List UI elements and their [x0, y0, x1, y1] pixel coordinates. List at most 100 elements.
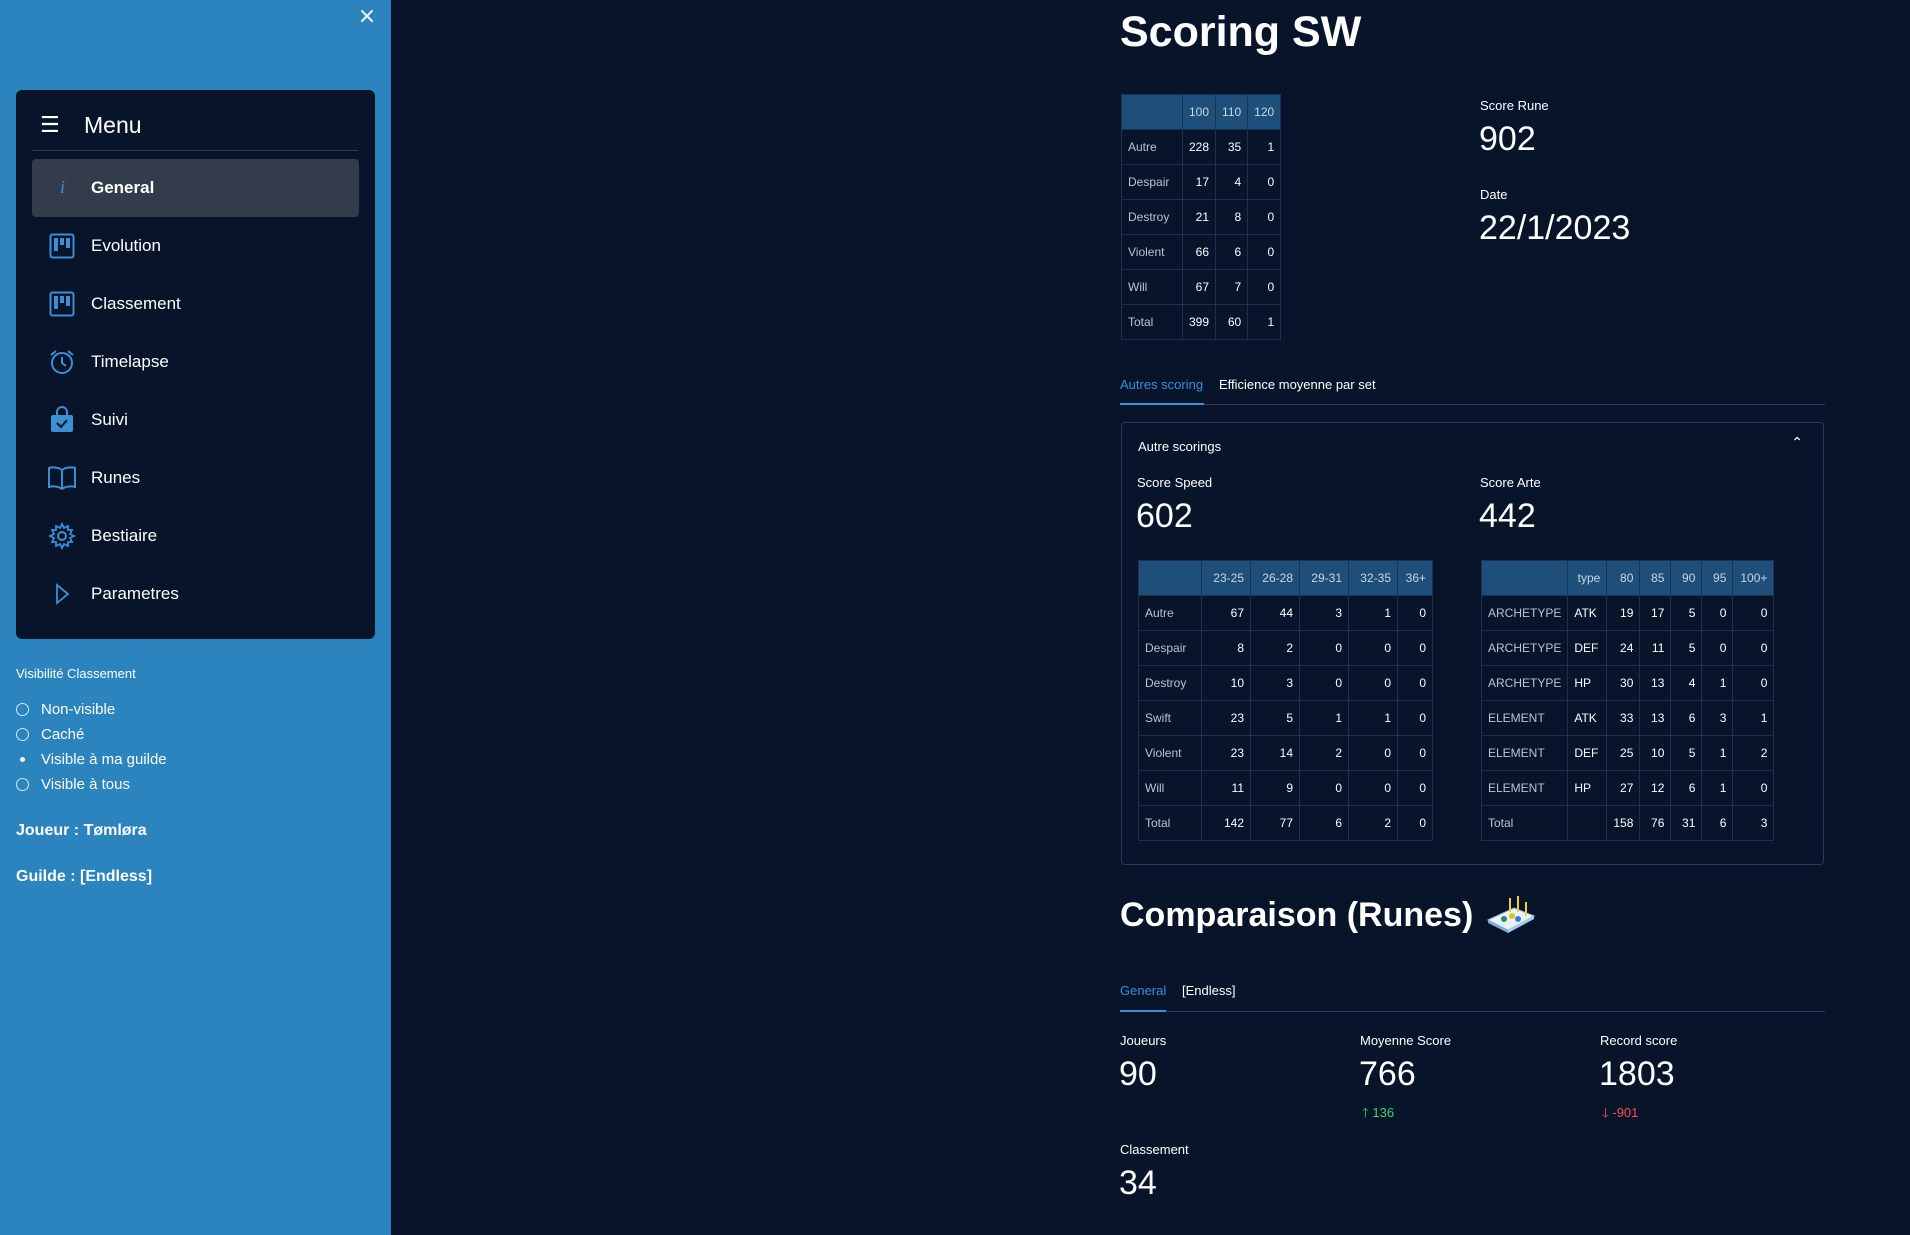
table-header-row: type 80 85 90 95 100+ [1480, 560, 1775, 596]
menu-item-parametres[interactable]: Parametres [32, 565, 359, 623]
table-header-row: 100 110 120 [1121, 94, 1282, 130]
table-cell: 11 [1639, 630, 1672, 666]
table-cell: HP [1567, 665, 1608, 701]
table-cell: ELEMENT [1480, 770, 1569, 806]
radio-non-visible[interactable]: Non-visible [16, 698, 115, 720]
menu-title: Menu [84, 111, 142, 138]
delta-value: -901 [1612, 1105, 1639, 1120]
table-cell: 1 [1247, 304, 1282, 340]
table-cell: 0 [1397, 735, 1433, 771]
score-rune-label: Score Rune [1480, 98, 1549, 113]
score-speed-label: Score Speed [1137, 475, 1213, 490]
table-row: ELEMENT HP 27 12 6 1 0 [1480, 770, 1775, 806]
menu-item-label: Evolution [91, 236, 161, 255]
table-cell: 33 [1606, 700, 1641, 736]
active-tab-indicator [1120, 1010, 1166, 1012]
score-speed-value: 602 [1136, 497, 1193, 535]
radio-circle[interactable] [16, 702, 29, 716]
table-cell: 4 [1215, 164, 1249, 200]
table-row: Total 158 76 31 6 3 [1480, 805, 1775, 841]
table-cell: ATK [1567, 595, 1608, 631]
table-cell: 5 [1250, 700, 1300, 736]
table-cell: 0 [1732, 630, 1775, 666]
table-cell: 0 [1299, 665, 1349, 701]
bag-check-icon [47, 405, 77, 435]
radio-circle[interactable] [16, 727, 29, 741]
table-cell: 44 [1250, 595, 1300, 631]
record-score-delta: 🡓 -901 [1602, 1104, 1638, 1126]
table-cell: 6 [1701, 805, 1734, 841]
score-arte-value: 442 [1479, 497, 1536, 535]
table-cell: 228 [1181, 129, 1217, 165]
table-cell: 11 [1201, 770, 1251, 806]
table-row: ELEMENT DEF 25 10 5 1 2 [1480, 735, 1775, 771]
radio-cache[interactable]: Caché [16, 723, 84, 745]
table-cell: ATK [1567, 700, 1608, 736]
table-cell: Swift [1138, 700, 1202, 736]
table-cell: 9 [1250, 770, 1300, 806]
table-cell: 399 [1181, 304, 1217, 340]
score-arte-label: Score Arte [1480, 475, 1541, 490]
tab-efficience[interactable]: Efficience moyenne par set [1219, 377, 1376, 392]
close-sidebar-button[interactable]: × [356, 6, 378, 28]
table-cell: 2 [1348, 805, 1398, 841]
radio-visible-tous[interactable]: Visible à tous [16, 773, 130, 795]
arte-table: type 80 85 90 95 100+ ARCHETYPE ATK 19 17 5 0… [1480, 560, 1775, 841]
menu-item-timelapse[interactable]: Timelapse [32, 333, 359, 391]
table-cell: 0 [1397, 770, 1433, 806]
tabs-divider [1120, 404, 1825, 405]
close-icon[interactable]: × [358, 4, 376, 29]
table-cell: Total [1138, 805, 1202, 841]
table-cell [1567, 805, 1608, 841]
table-header: 95 [1701, 560, 1734, 596]
table-cell: Total [1121, 304, 1183, 340]
radio-circle[interactable] [16, 777, 29, 791]
chevron-up-icon[interactable]: ⌃ [1791, 435, 1803, 451]
table-cell: 0 [1701, 595, 1734, 631]
table-cell: 35 [1215, 129, 1249, 165]
table-header: 80 [1606, 560, 1641, 596]
table-cell: 0 [1247, 269, 1282, 305]
table-cell: 142 [1201, 805, 1251, 841]
menu-item-general[interactable]: i General [32, 159, 359, 217]
table-cell: 5 [1670, 630, 1703, 666]
table-cell: 3 [1732, 805, 1775, 841]
table-cell: 1 [1701, 735, 1734, 771]
player-name: Joueur : Tømløra [16, 822, 147, 839]
table-cell: 30 [1606, 665, 1641, 701]
info-icon: i [47, 173, 77, 203]
table-cell: 8 [1215, 199, 1249, 235]
table-row: ARCHETYPE DEF 24 11 5 0 0 [1480, 630, 1775, 666]
table-row: Will 11 9 0 0 0 [1138, 770, 1433, 806]
table-cell: 13 [1639, 665, 1672, 701]
classement-label: Classement [1120, 1142, 1189, 1157]
table-row: Destroy 10 3 0 0 0 [1138, 665, 1433, 701]
expander-title[interactable]: Autre scorings [1138, 439, 1221, 454]
radio-selected[interactable] [16, 753, 29, 766]
menu-item-evolution[interactable]: Evolution [32, 217, 359, 275]
table-row: Total 142 77 6 2 0 [1138, 805, 1433, 841]
table-row: Despair 8 2 0 0 0 [1138, 630, 1433, 666]
table-cell: Destroy [1121, 199, 1183, 235]
table-cell: 0 [1348, 735, 1398, 771]
menu-item-classement[interactable]: Classement [32, 275, 359, 333]
score-rune-value: 902 [1479, 120, 1536, 158]
table-cell: Autre [1138, 595, 1202, 631]
menu-item-bestiaire[interactable]: Bestiaire [32, 507, 359, 565]
table-row: Swift 23 5 1 1 0 [1138, 700, 1433, 736]
table-cell: 25 [1606, 735, 1641, 771]
radio-label: Visible à tous [41, 775, 130, 793]
tab-general[interactable]: General [1120, 983, 1166, 998]
table-header [1480, 560, 1569, 596]
tab-autres-scoring[interactable]: Autres scoring [1120, 377, 1203, 392]
menu-item-label: Suivi [91, 410, 128, 429]
table-cell: 76 [1639, 805, 1672, 841]
menu-header: ☰ Menu [32, 108, 358, 142]
table-cell: ARCHETYPE [1480, 595, 1569, 631]
radio-visible-guilde[interactable]: Visible à ma guilde [16, 748, 167, 770]
menu-item-suivi[interactable]: Suivi [32, 391, 359, 449]
tab-endless[interactable]: [Endless] [1182, 983, 1235, 998]
table-row: ELEMENT ATK 33 13 6 3 1 [1480, 700, 1775, 736]
kanban-icon [47, 289, 77, 319]
menu-item-runes[interactable]: Runes [32, 449, 359, 507]
